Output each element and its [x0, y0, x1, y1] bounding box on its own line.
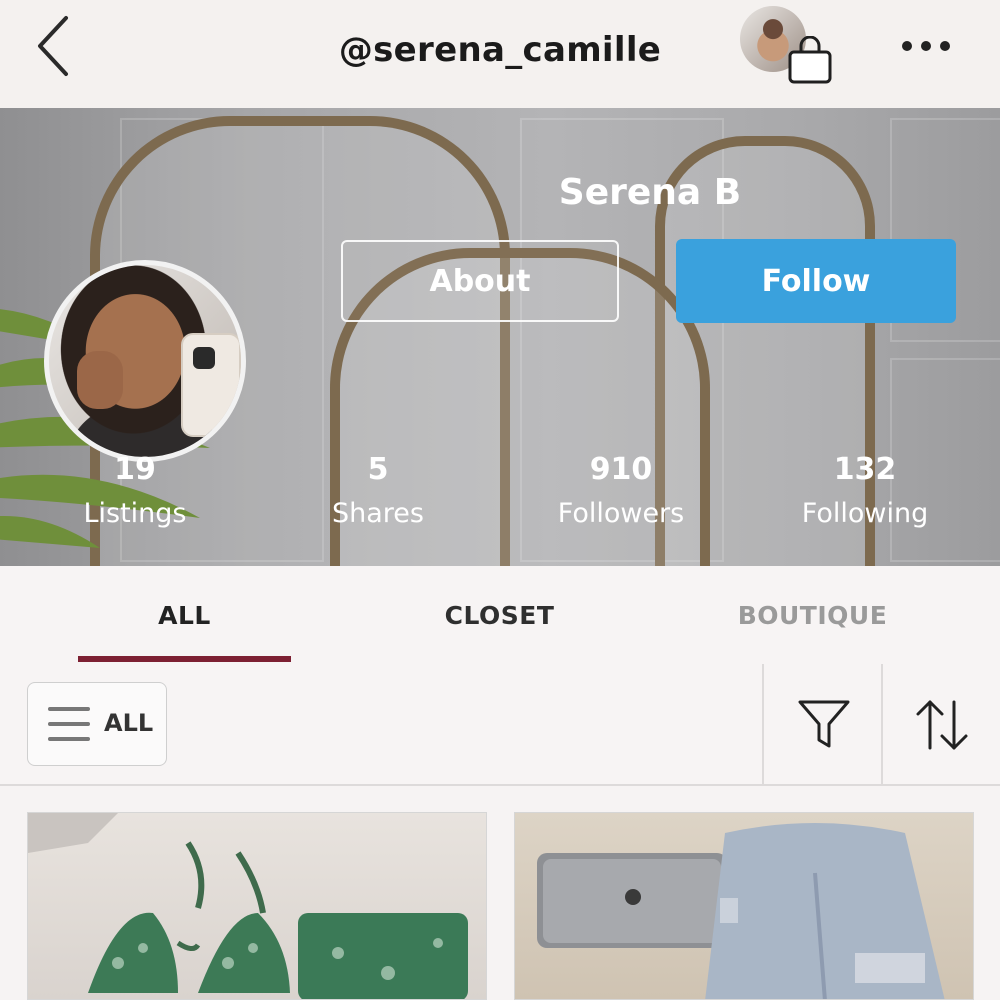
more-icon[interactable] [898, 28, 954, 64]
divider [881, 664, 883, 784]
profile-name: Serena B [558, 172, 742, 213]
stat-shares[interactable]: 5 Shares [278, 450, 478, 534]
menu-icon [48, 707, 90, 741]
stat-label: Listings [83, 498, 187, 529]
listing-card[interactable] [514, 812, 974, 1000]
closet-tabs: ALL CLOSET BOUTIQUE [0, 566, 1000, 666]
listing-photo [28, 813, 468, 999]
stat-following[interactable]: 132 Following [765, 450, 965, 534]
profile-avatar[interactable] [44, 260, 246, 462]
stat-value: 132 [833, 452, 897, 487]
thumb-in-photo [77, 351, 123, 409]
profile-cover: Serena B About Follow 19 Listings 5 Shar… [0, 108, 1000, 566]
category-filter-label: ALL [104, 709, 154, 737]
category-filter-button[interactable]: ALL [27, 682, 167, 766]
filter-icon[interactable] [796, 696, 852, 752]
username-handle: @serena_camille [338, 30, 662, 70]
stat-followers[interactable]: 910 Followers [521, 450, 721, 534]
back-icon[interactable] [30, 14, 80, 78]
tab-boutique[interactable]: BOUTIQUE [706, 566, 919, 664]
top-bar: @serena_camille [0, 0, 1000, 108]
stat-label: Followers [557, 498, 685, 529]
divider [762, 664, 764, 784]
follow-button[interactable]: Follow [676, 239, 956, 323]
phone-in-photo [181, 333, 241, 437]
stat-value: 5 [367, 452, 389, 487]
tab-closet[interactable]: CLOSET [393, 566, 606, 664]
about-button[interactable]: About [341, 240, 619, 322]
active-tab-indicator [78, 656, 291, 662]
stat-value: 19 [114, 452, 156, 487]
stat-listings[interactable]: 19 Listings [35, 450, 235, 534]
tab-all[interactable]: ALL [78, 566, 291, 664]
sort-icon[interactable] [914, 698, 970, 752]
shopping-bag-icon[interactable] [786, 36, 834, 86]
listing-photo [537, 823, 945, 999]
stat-label: Following [801, 498, 929, 529]
listing-card[interactable] [27, 812, 487, 1000]
stat-label: Shares [332, 498, 424, 529]
stat-value: 910 [589, 452, 653, 487]
